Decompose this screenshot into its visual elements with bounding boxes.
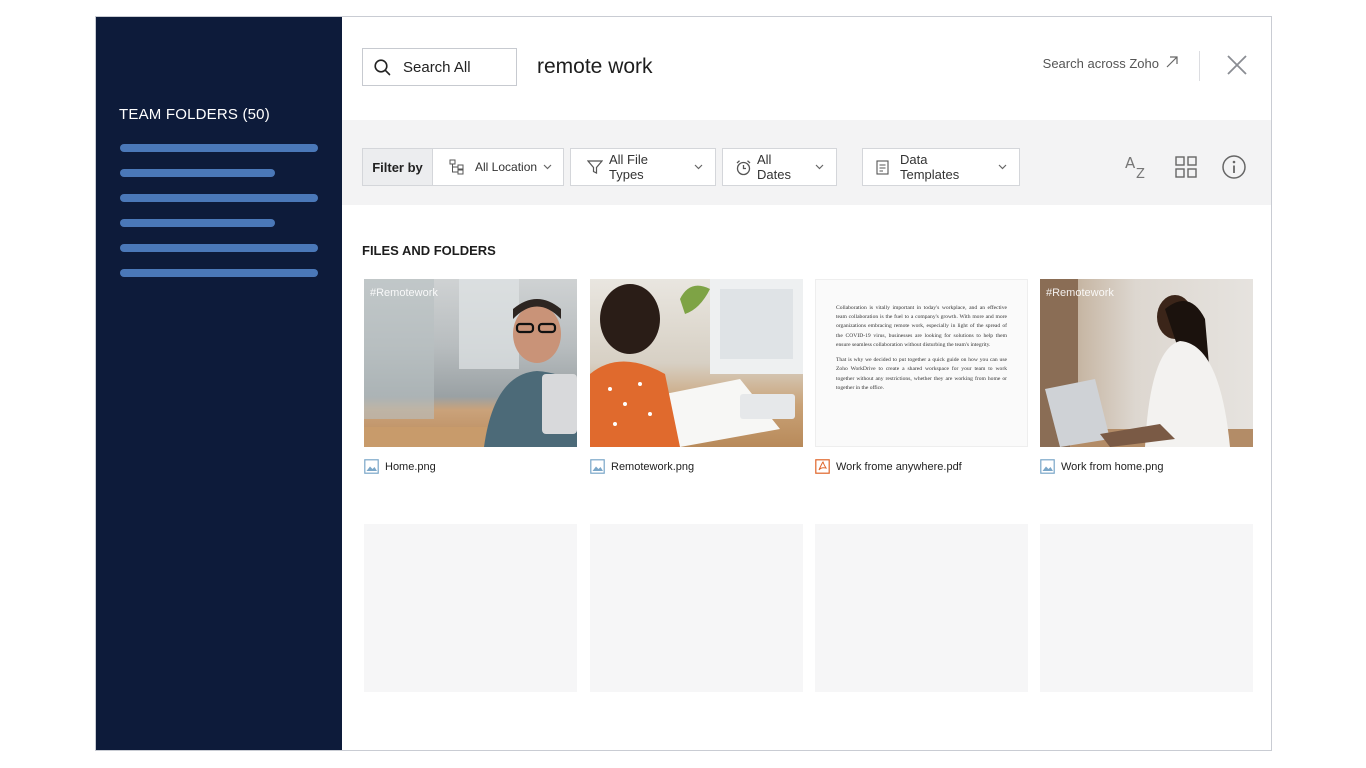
file-name: Home.png <box>385 460 436 473</box>
photo-woman-writing <box>590 279 803 447</box>
photo-man-at-laptop <box>364 279 577 447</box>
app-window: TEAM FOLDERS (50) Search All remote work… <box>95 16 1272 751</box>
image-file-icon <box>1040 459 1055 474</box>
file-name: Remotework.png <box>611 460 695 473</box>
external-link-icon <box>1165 55 1179 72</box>
dates-label: All Dates <box>757 152 791 182</box>
template-icon <box>875 159 890 175</box>
file-card[interactable]: #Remotework Home.png <box>364 279 577 474</box>
file-card[interactable]: #Remotework Work from home.png <box>1040 279 1253 474</box>
pdf-paragraph: Collaboration is vitally important in to… <box>836 305 1007 348</box>
image-file-icon <box>364 459 379 474</box>
chevron-down-icon <box>998 164 1007 170</box>
sidebar-item-placeholder[interactable] <box>120 269 318 277</box>
image-file-icon <box>590 459 605 474</box>
grid-view-icon <box>1175 156 1197 178</box>
svg-text:A: A <box>1125 154 1136 172</box>
filter-by-label: Filter by <box>363 149 433 185</box>
file-tag: #Remotework <box>1046 287 1114 299</box>
loading-card-placeholder <box>815 524 1028 692</box>
search-icon <box>374 58 391 76</box>
file-thumbnail: #Remotework <box>1040 279 1253 447</box>
file-thumbnail: #Remotework <box>364 279 577 447</box>
location-label: All Location <box>475 160 538 174</box>
alarm-clock-icon <box>735 159 752 176</box>
chevron-down-icon <box>815 164 824 170</box>
file-types-label: All File Types <box>609 152 649 182</box>
loading-card-placeholder <box>364 524 577 692</box>
file-thumbnail <box>590 279 803 447</box>
close-button[interactable] <box>1225 53 1249 77</box>
grid-view-button[interactable] <box>1172 153 1200 181</box>
pdf-preview: Collaboration is vitally important in to… <box>815 279 1028 447</box>
sidebar-item-placeholder[interactable] <box>120 219 275 227</box>
chevron-down-icon <box>694 164 703 170</box>
chevron-down-icon <box>543 164 552 170</box>
pdf-file-icon <box>815 459 830 474</box>
info-icon <box>1222 155 1246 179</box>
data-templates-dropdown[interactable]: Data Templates <box>862 148 1020 186</box>
search-query-input[interactable]: remote work <box>537 55 653 79</box>
dates-dropdown[interactable]: All Dates <box>722 148 837 186</box>
sidebar-item-placeholder[interactable] <box>120 194 318 202</box>
sidebar-item-placeholder[interactable] <box>120 144 318 152</box>
sidebar-item-placeholder[interactable] <box>120 169 275 177</box>
loading-card-placeholder <box>1040 524 1253 692</box>
svg-text:Z: Z <box>1136 167 1145 180</box>
filter-group: Filter by All Location <box>362 148 564 186</box>
info-button[interactable] <box>1220 153 1248 181</box>
file-card[interactable]: Collaboration is vitally important in to… <box>815 279 1028 474</box>
sidebar-item-placeholder[interactable] <box>120 244 318 252</box>
filter-funnel-icon <box>587 159 603 175</box>
folder-tree-icon <box>449 159 465 175</box>
sort-az-icon: AZ <box>1125 154 1145 180</box>
loading-card-placeholder <box>590 524 803 692</box>
header-divider <box>1199 51 1200 81</box>
file-types-dropdown[interactable]: All File Types <box>570 148 716 186</box>
file-name: Work frome anywhere.pdf <box>836 460 962 473</box>
sidebar: TEAM FOLDERS (50) <box>96 17 342 750</box>
data-templates-label: Data Templates <box>900 152 960 182</box>
pdf-paragraph: That is why we decided to put together a… <box>836 357 1007 391</box>
location-dropdown[interactable]: All Location <box>433 149 563 185</box>
filter-bar: Filter by All Location All File Types Al… <box>342 120 1271 205</box>
search-across-label: Search across Zoho <box>1042 56 1159 71</box>
search-scope-label: Search All <box>403 58 471 76</box>
files-and-folders-heading: FILES AND FOLDERS <box>362 243 496 258</box>
team-folders-title[interactable]: TEAM FOLDERS (50) <box>119 106 270 123</box>
close-icon <box>1227 55 1247 75</box>
search-scope-dropdown[interactable]: Search All <box>362 48 517 86</box>
file-tag: #Remotework <box>370 287 438 299</box>
sort-az-button[interactable]: AZ <box>1122 153 1150 181</box>
photo-woman-at-laptop <box>1040 279 1253 447</box>
file-name: Work from home.png <box>1061 460 1164 473</box>
file-card[interactable]: Remotework.png <box>590 279 803 474</box>
main-panel: Search All remote work Search across Zoh… <box>342 17 1271 750</box>
search-across-zoho-link[interactable]: Search across Zoho <box>1043 55 1179 72</box>
